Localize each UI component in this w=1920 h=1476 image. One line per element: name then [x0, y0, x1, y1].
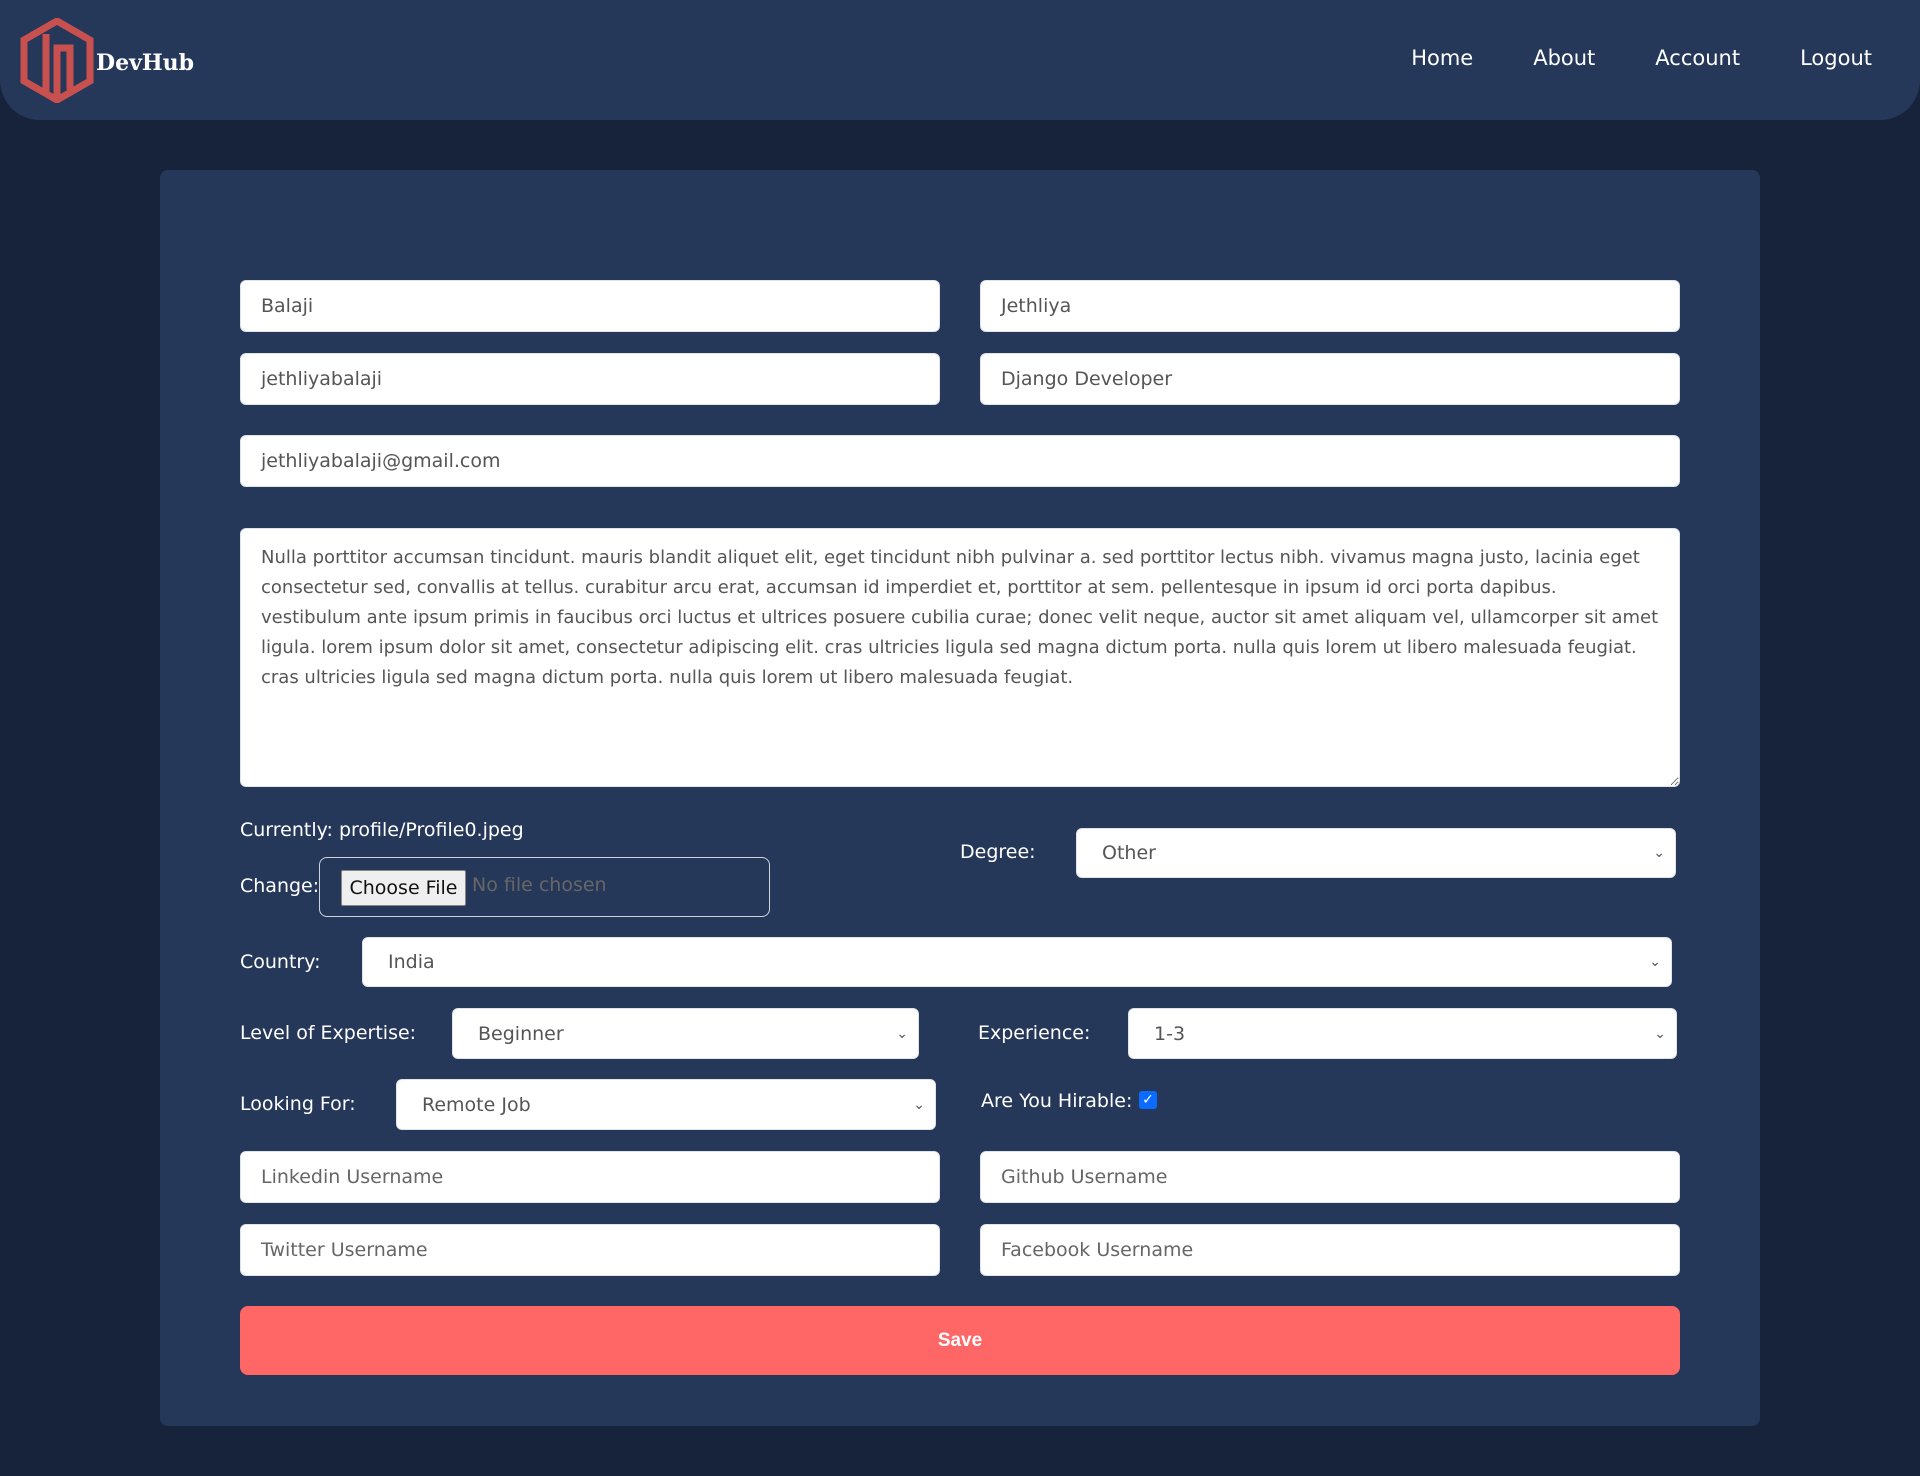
choose-file-button[interactable]: Choose File: [341, 870, 466, 906]
experience-label: Experience:: [978, 1022, 1091, 1044]
change-label: Change:: [240, 875, 320, 897]
looking-for-value: Remote Job: [422, 1093, 531, 1116]
chevron-down-icon: ⌄: [896, 1025, 908, 1042]
linkedin-input[interactable]: Linkedin Username: [240, 1151, 940, 1203]
country-value: India: [388, 951, 435, 973]
nav-logout[interactable]: Logout: [1800, 46, 1872, 70]
bio-textarea[interactable]: Nulla porttitor accumsan tincidunt. maur…: [240, 528, 1680, 787]
chevron-down-icon: ⌄: [913, 1096, 925, 1113]
check-icon: ✓: [1142, 1092, 1154, 1108]
expertise-label: Level of Expertise:: [240, 1022, 417, 1044]
last-name-input[interactable]: Jethliya: [980, 280, 1680, 332]
looking-for-select[interactable]: Remote Job ⌄: [396, 1079, 936, 1130]
save-button[interactable]: Save: [240, 1306, 1680, 1375]
no-file-text: No file chosen: [472, 874, 607, 896]
nav-about[interactable]: About: [1533, 46, 1595, 70]
email-input[interactable]: jethliyabalaji@gmail.com: [240, 435, 1680, 487]
facebook-input[interactable]: Facebook Username: [980, 1224, 1680, 1276]
profile-image-file-input[interactable]: Choose File No file chosen: [319, 857, 770, 917]
expertise-value: Beginner: [478, 1022, 564, 1045]
github-input[interactable]: Github Username: [980, 1151, 1680, 1203]
chevron-down-icon: ⌄: [1649, 954, 1661, 970]
nav-home[interactable]: Home: [1411, 46, 1473, 70]
nav-menu: Home About Account Logout: [1351, 46, 1872, 70]
hirable-label: Are You Hirable:: [981, 1090, 1133, 1112]
expertise-select[interactable]: Beginner ⌄: [452, 1008, 919, 1059]
looking-for-label: Looking For:: [240, 1093, 356, 1115]
experience-select[interactable]: 1-3 ⌄: [1128, 1008, 1677, 1059]
brand-name[interactable]: DevHub: [96, 50, 194, 76]
country-select[interactable]: India ⌄: [362, 937, 1672, 987]
country-label: Country:: [240, 951, 321, 973]
username-input[interactable]: jethliyabalaji: [240, 353, 940, 405]
nav-account[interactable]: Account: [1655, 46, 1740, 70]
first-name-input[interactable]: Balaji: [240, 280, 940, 332]
experience-value: 1-3: [1154, 1022, 1186, 1045]
current-file-label: Currently: profile/Profile0.jpeg: [240, 819, 524, 841]
hirable-checkbox[interactable]: ✓: [1139, 1091, 1157, 1109]
devhub-logo-icon[interactable]: [20, 18, 94, 103]
degree-select[interactable]: Other ⌄: [1076, 828, 1676, 878]
twitter-input[interactable]: Twitter Username: [240, 1224, 940, 1276]
headline-input[interactable]: Django Developer: [980, 353, 1680, 405]
chevron-down-icon: ⌄: [1654, 1025, 1666, 1042]
navbar: DevHub Home About Account Logout: [0, 0, 1920, 120]
chevron-down-icon: ⌄: [1653, 845, 1665, 861]
degree-value: Other: [1102, 842, 1156, 864]
degree-label: Degree:: [960, 841, 1036, 863]
